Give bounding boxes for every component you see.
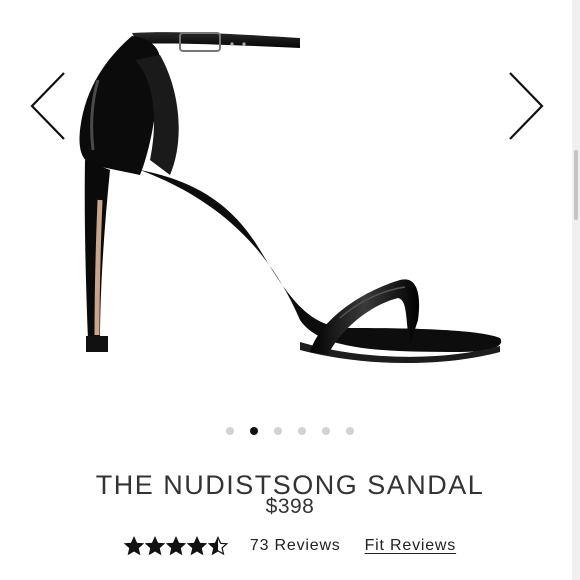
product-image-carousel[interactable]: [0, 0, 580, 420]
reviews-link[interactable]: 73 Reviews: [250, 537, 341, 555]
star-full-icon: [123, 536, 144, 556]
chevron-left-icon: [30, 72, 65, 140]
reviews-row: 73 Reviews Fit Reviews: [0, 536, 580, 556]
carousel-dot[interactable]: [346, 427, 354, 435]
carousel-dot[interactable]: [250, 427, 258, 435]
fit-reviews-link[interactable]: Fit Reviews: [365, 537, 456, 555]
chevron-right-icon: [509, 72, 544, 140]
star-half-icon: [207, 536, 228, 556]
product-image: [79, 32, 502, 364]
star-full-icon: [165, 536, 186, 556]
carousel-dot[interactable]: [322, 427, 330, 435]
carousel-pagination: [0, 427, 580, 435]
carousel-dot[interactable]: [274, 427, 282, 435]
star-full-icon: [144, 536, 165, 556]
carousel-prev-button[interactable]: [28, 66, 68, 146]
carousel-dot[interactable]: [298, 427, 306, 435]
star-rating[interactable]: [123, 536, 228, 556]
product-price: $398: [265, 495, 315, 518]
carousel-dot[interactable]: [226, 427, 234, 435]
carousel-next-button[interactable]: [506, 66, 546, 146]
scrollbar-thumb[interactable]: [574, 150, 578, 220]
star-full-icon: [186, 536, 207, 556]
